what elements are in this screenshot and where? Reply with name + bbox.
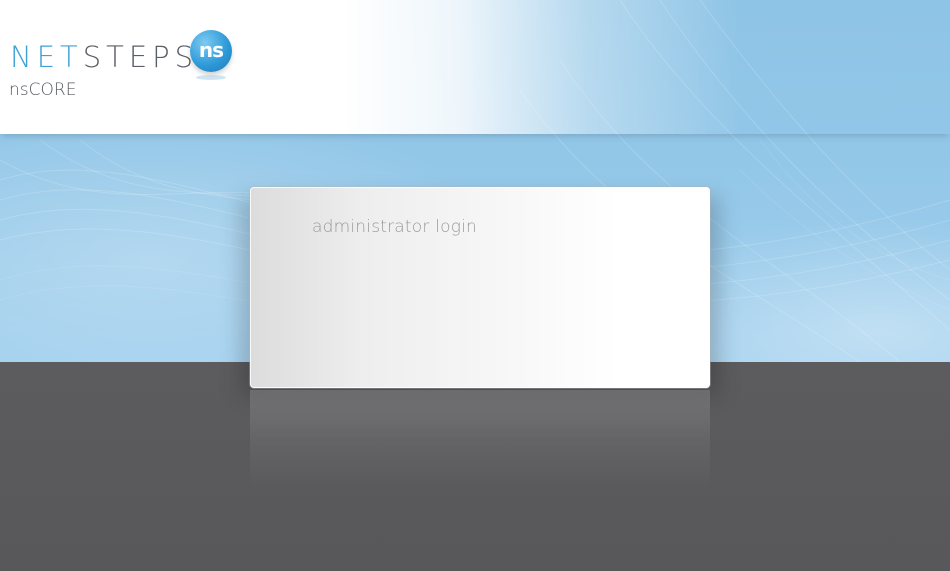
logo-wordmark: NETSTEPS: [10, 40, 198, 74]
badge-shadow: [196, 75, 226, 80]
ns-badge-icon: ns: [190, 30, 232, 72]
product-name: nsCORE: [9, 80, 77, 100]
header: NETSTEPS ns nsCORE: [0, 0, 950, 134]
login-panel-title: administrator login: [312, 217, 478, 237]
badge-text: ns: [198, 37, 224, 62]
login-panel: administrator login: [250, 187, 710, 388]
logo-net-text: NET: [10, 40, 83, 74]
panel-reflection: [250, 390, 710, 490]
logo-steps-text: STEPS: [82, 40, 199, 74]
